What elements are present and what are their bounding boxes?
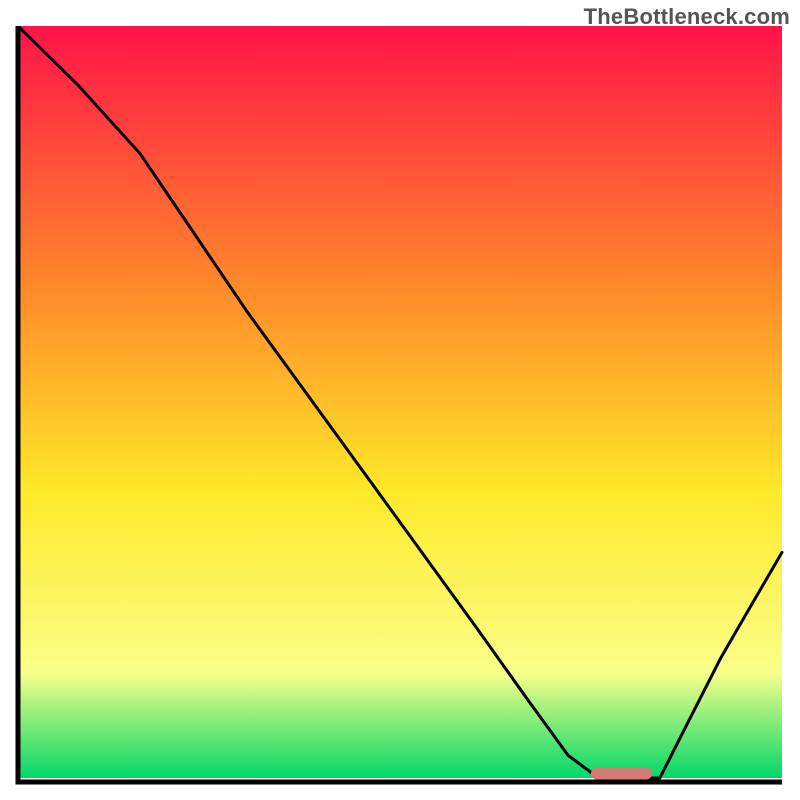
gradient-background <box>18 26 782 778</box>
chart-shell: TheBottleneck.com <box>0 0 800 800</box>
plot-area <box>14 26 786 786</box>
optimal-marker <box>591 768 652 780</box>
plot-svg <box>14 26 786 786</box>
